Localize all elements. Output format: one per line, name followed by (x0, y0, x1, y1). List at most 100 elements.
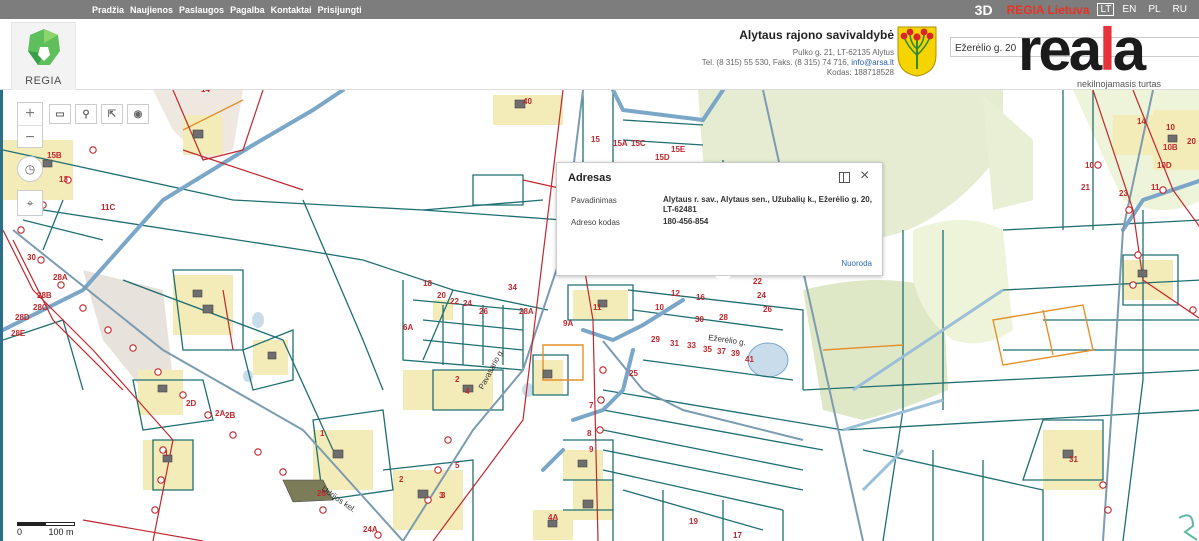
lang-pl[interactable]: PL (1148, 4, 1160, 15)
target-icon: ◉ (133, 108, 143, 120)
regia-logo-icon (28, 29, 60, 65)
pond-5 (522, 383, 534, 397)
parcel-label: 31 (670, 339, 679, 348)
popup-code-value: 180-456-854 (663, 217, 709, 226)
parcel-label: 9A (563, 319, 573, 328)
parcel-label: 24 (463, 299, 472, 308)
parcel-label: 33 (687, 341, 696, 350)
parcel-label: 29 (651, 335, 660, 344)
scale-distance: 100 m (48, 527, 74, 537)
parcel-label: 20 (437, 291, 446, 300)
municipality-email-link[interactable]: info@arsa.lt (851, 58, 894, 67)
zoom-out-button[interactable]: − (17, 125, 43, 148)
municipality-code: Kodas: 188718528 (826, 68, 894, 77)
parcel-label: 6A (403, 323, 413, 332)
map-canvas[interactable]: 40 14 15 15B 15C 15D 15E 15A 13 11C 10 2… (3, 90, 1199, 541)
maximize-icon[interactable] (839, 172, 850, 183)
parcel-label: 28B (37, 291, 52, 300)
clock-icon: ◷ (24, 162, 36, 176)
crosshair-icon: ⌖ (26, 195, 34, 210)
parcel-label: 24 (757, 291, 766, 300)
parcel-label: 10B (1163, 143, 1178, 152)
zoom-control: + − (17, 102, 43, 148)
parcel-label: 40 (523, 97, 532, 106)
parcel-label: 10 (655, 303, 664, 312)
nav-help[interactable]: Pagalba (230, 5, 265, 15)
nav-login[interactable]: Prisijungti (318, 5, 362, 15)
municipality-name: Alytaus rajono savivaldybė (739, 28, 894, 42)
3d-button[interactable]: 3D (975, 2, 993, 18)
share-tool-button[interactable]: ⇱ (101, 104, 123, 124)
nav-home[interactable]: Pradžia (92, 5, 124, 15)
share-icon: ⇱ (107, 108, 117, 120)
parcel-label: 15C (631, 139, 646, 148)
parcel-label: 28D (15, 313, 30, 322)
nav-news[interactable]: Naujienos (130, 5, 173, 15)
parcel-label: 10 (1166, 123, 1175, 132)
parcel-label: 5 (455, 461, 460, 470)
parcel-label: 37 (717, 347, 726, 356)
pond-3 (252, 312, 264, 328)
parcel-label: 2A (215, 409, 225, 418)
parcel-label: 20 (1187, 137, 1196, 146)
parcel-label: 28C (33, 303, 48, 312)
scale-bar (17, 522, 75, 526)
parcel-label: 8 (587, 429, 592, 438)
parcel-label: 30 (695, 315, 704, 324)
parcel-label: 28A (53, 273, 68, 282)
nav-services[interactable]: Paslaugos (179, 5, 224, 15)
popup-name-label: Pavadinimas (571, 196, 617, 205)
lang-ru[interactable]: RU (1173, 4, 1187, 15)
parcel-label: 16 (696, 293, 705, 302)
parcel-label: 4 (465, 387, 470, 396)
parcel-label: 34 (508, 283, 517, 292)
parcel-label: 9 (589, 445, 594, 454)
zoom-in-button[interactable]: + (17, 102, 43, 125)
regia-lietuva-link[interactable]: REGIA Lietuva (1007, 3, 1090, 17)
measure-tool-button[interactable]: ▭ (49, 104, 71, 124)
header: REGIA Alytaus rajono savivaldybė Pulko g… (0, 16, 1199, 94)
municipality-info: Alytaus rajono savivaldybė Pulko g. 21, … (640, 28, 894, 78)
parcel-label: 10 (1085, 161, 1094, 170)
parcel-label: 11 (1151, 183, 1160, 192)
regia-logo[interactable]: REGIA (11, 22, 76, 94)
nav-contacts[interactable]: Kontaktai (271, 5, 312, 15)
parcel-label: 22 (753, 277, 762, 286)
parcel-label: 17 (733, 531, 742, 540)
parcel-label: 19 (689, 517, 698, 526)
parcel-label: 14 (1137, 117, 1146, 126)
municipality-address: Pulko g. 21, LT-62135 Alytus (792, 48, 894, 57)
scale-zero: 0 (17, 527, 23, 537)
target-tool-button[interactable]: ◉ (127, 104, 149, 124)
pond (747, 342, 789, 378)
parcel-label: 7 (589, 401, 594, 410)
lang-lt[interactable]: LT (1097, 3, 1115, 16)
map-view[interactable]: 40 14 15 15B 15C 15D 15E 15A 13 11C 10 2… (0, 90, 1199, 541)
popup-link[interactable]: Nuoroda (841, 259, 872, 268)
marker-tool-button[interactable]: ⚲ (75, 104, 97, 124)
municipality-phone: Tel. (8 315) 55 530, Faks. (8 315) 74 71… (701, 58, 894, 67)
parcel-label: 22 (450, 297, 459, 306)
parcel-label: 15B (47, 151, 62, 160)
reala-logo: reala (1018, 16, 1146, 83)
parcel-label: 21 (1081, 183, 1090, 192)
scale-labels: 0 100 m (17, 527, 74, 537)
history-button[interactable]: ◷ (17, 156, 43, 182)
parcel-label: 1 (320, 429, 325, 438)
road-label: Ežerėlio g. (708, 333, 747, 347)
address-popup: Adresas × Pavadinimas Alytaus r. sav., A… (556, 162, 883, 285)
close-icon[interactable]: × (860, 168, 869, 184)
parcel-label: 35 (703, 345, 712, 354)
parcel-label: 41 (745, 355, 754, 364)
parcel-label: 11 (593, 303, 602, 312)
parcel-label: 4A (548, 513, 558, 522)
parcel-label: 13 (59, 175, 68, 184)
parcel-label: 2D (186, 399, 196, 408)
parcel-label: 10D (1157, 161, 1172, 170)
ruler-icon: ▭ (55, 108, 65, 120)
parcel-label: 14 (201, 90, 210, 94)
locate-button[interactable]: ⌖ (17, 190, 43, 216)
parcel-label: 15D (655, 153, 670, 162)
parcel-label: 18 (423, 279, 432, 288)
lang-en[interactable]: EN (1122, 4, 1136, 15)
